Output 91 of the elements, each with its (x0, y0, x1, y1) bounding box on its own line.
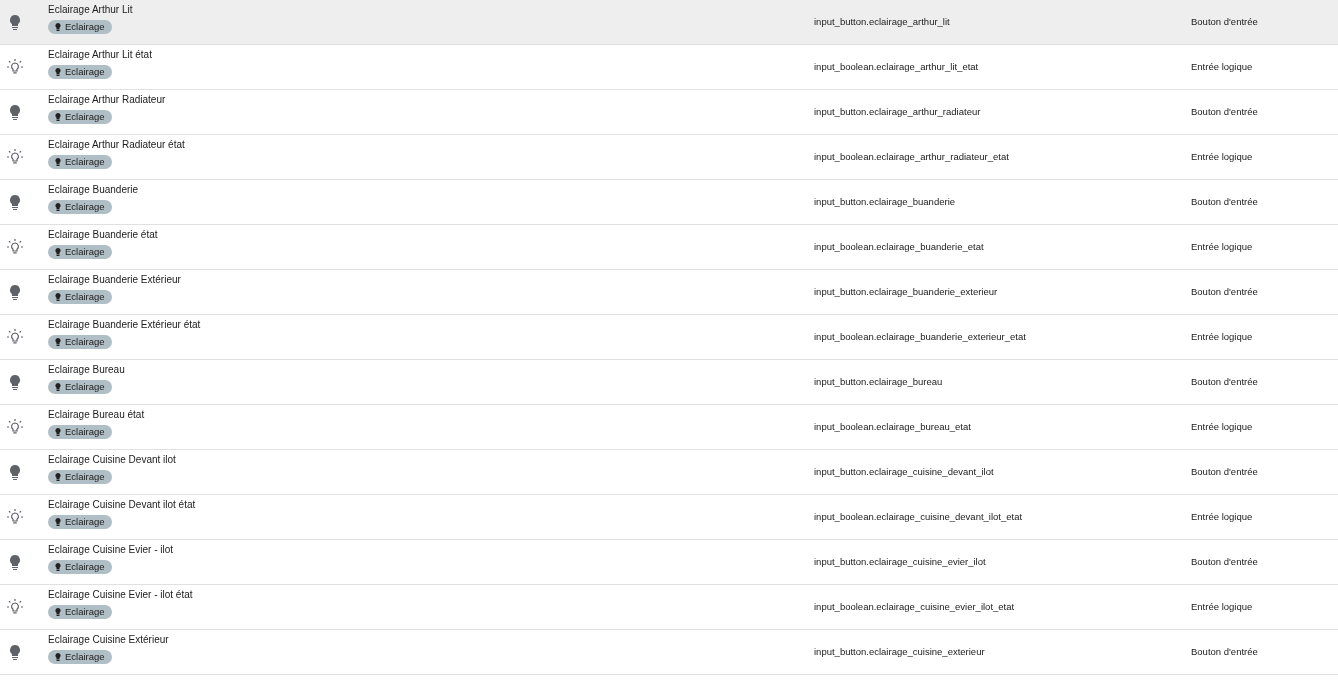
lightbulb-icon (9, 14, 21, 30)
entity-type: Bouton d'entrée (1191, 374, 1258, 389)
lightbulb-icon (9, 464, 21, 480)
label-chip: Eclairage (48, 515, 112, 529)
entity-name: Eclairage Cuisine Evier - ilot état (48, 589, 194, 601)
entity-id: input_boolean.eclairage_arthur_lit_etat (814, 59, 979, 74)
entity-name: Eclairage Arthur Lit état (48, 49, 153, 61)
entity-type: Entrée logique (1191, 59, 1253, 74)
entity-type: Entrée logique (1191, 329, 1253, 344)
label-chip: Eclairage (48, 245, 112, 259)
lightbulb-icon (55, 248, 61, 256)
entity-type: Bouton d'entrée (1191, 554, 1258, 569)
entity-id: input_button.eclairage_buanderie_exterieur (814, 284, 998, 299)
lightbulb-icon (55, 293, 61, 301)
entity-name: Eclairage Cuisine Devant ilot (48, 454, 177, 466)
entity-id: input_boolean.eclairage_arthur_radiateur_etat (814, 149, 1009, 164)
label-chip: Eclairage (48, 200, 112, 214)
table-row[interactable]: Eclairage Arthur Lit Eclairage input_button.eclairage_arthur_lit Bouton d'entrée (0, 0, 1338, 45)
lightbulb-icon (55, 428, 61, 436)
label-chip: Eclairage (48, 425, 112, 439)
lightbulb-icon (55, 518, 61, 526)
entity-id: input_button.eclairage_arthur_lit (814, 14, 950, 29)
label-chip: Eclairage (48, 380, 112, 394)
label-chip: Eclairage (48, 20, 112, 34)
entity-type: Bouton d'entrée (1191, 194, 1258, 209)
lightbulb-icon (9, 284, 21, 300)
entity-type: Entrée logique (1191, 239, 1253, 254)
entity-type: Bouton d'entrée (1191, 104, 1258, 119)
lightbulb-rays-icon (6, 58, 24, 76)
entity-name: Eclairage Cuisine Evier - ilot (48, 544, 175, 556)
lightbulb-icon (9, 644, 21, 660)
entity-id: input_button.eclairage_buanderie (814, 194, 956, 209)
lightbulb-rays-icon (6, 148, 24, 166)
entity-id: input_button.eclairage_cuisine_devant_ilot (814, 464, 994, 479)
lightbulb-icon (55, 563, 61, 571)
lightbulb-rays-icon (6, 418, 24, 436)
entity-type: Entrée logique (1191, 509, 1253, 524)
lightbulb-rays-icon (6, 598, 24, 616)
lightbulb-rays-icon (6, 238, 24, 256)
entity-type: Entrée logique (1191, 419, 1253, 434)
lightbulb-icon (55, 608, 61, 616)
lightbulb-icon (9, 104, 21, 120)
lightbulb-rays-icon (6, 328, 24, 346)
entity-name: Eclairage Cuisine Extérieur (48, 634, 170, 646)
label-chip: Eclairage (48, 65, 112, 79)
lightbulb-icon (9, 554, 21, 570)
lightbulb-icon (55, 68, 61, 76)
entity-id: input_boolean.eclairage_cuisine_devant_ilot_etat (814, 509, 1023, 524)
entity-name: Eclairage Arthur Radiateur état (48, 139, 186, 151)
label-chip: Eclairage (48, 110, 112, 124)
entity-type: Bouton d'entrée (1191, 464, 1258, 479)
entity-name: Eclairage Buanderie Extérieur état (48, 319, 202, 331)
entity-id: input_boolean.eclairage_buanderie_etat (814, 239, 984, 254)
entity-name: Eclairage Buanderie (48, 184, 140, 196)
label-chip: Eclairage (48, 650, 112, 664)
entity-type: Bouton d'entrée (1191, 284, 1258, 299)
entity-type: Bouton d'entrée (1191, 14, 1258, 29)
entity-id: input_button.eclairage_bureau (814, 374, 943, 389)
label-chip: Eclairage (48, 155, 112, 169)
lightbulb-icon (55, 203, 61, 211)
entity-id: input_boolean.eclairage_bureau_etat (814, 419, 971, 434)
lightbulb-icon (55, 338, 61, 346)
entity-type: Entrée logique (1191, 599, 1253, 614)
entity-name: Eclairage Cuisine Devant ilot état (48, 499, 197, 511)
entity-type: Bouton d'entrée (1191, 644, 1258, 659)
lightbulb-icon (9, 374, 21, 390)
lightbulb-icon (55, 473, 61, 481)
entity-id: input_button.eclairage_arthur_radiateur (814, 104, 981, 119)
entity-type: Entrée logique (1191, 149, 1253, 164)
lightbulb-icon (55, 653, 61, 661)
entity-name: Eclairage Bureau état (48, 409, 146, 421)
entity-id: input_boolean.eclairage_cuisine_evier_ilot_etat (814, 599, 1015, 614)
entity-name: Eclairage Bureau (48, 364, 126, 376)
label-chip: Eclairage (48, 290, 112, 304)
entity-name: Eclairage Buanderie état (48, 229, 159, 241)
lightbulb-icon (9, 194, 21, 210)
entity-id: input_button.eclairage_cuisine_exterieur (814, 644, 985, 659)
label-chip: Eclairage (48, 560, 112, 574)
label-chip: Eclairage (48, 470, 112, 484)
entity-name: Eclairage Buanderie Extérieur (48, 274, 182, 286)
entity-id: input_button.eclairage_cuisine_evier_ilot (814, 554, 986, 569)
entity-name: Eclairage Arthur Lit (48, 4, 134, 16)
entity-id: input_boolean.eclairage_buanderie_exterieur_etat (814, 329, 1026, 344)
lightbulb-icon (55, 158, 61, 166)
lightbulb-icon (55, 113, 61, 121)
lightbulb-rays-icon (6, 508, 24, 526)
lightbulb-icon (55, 23, 61, 31)
entity-name: Eclairage Arthur Radiateur (48, 94, 167, 106)
lightbulb-icon (55, 383, 61, 391)
label-chip: Eclairage (48, 605, 112, 619)
label-chip: Eclairage (48, 335, 112, 349)
